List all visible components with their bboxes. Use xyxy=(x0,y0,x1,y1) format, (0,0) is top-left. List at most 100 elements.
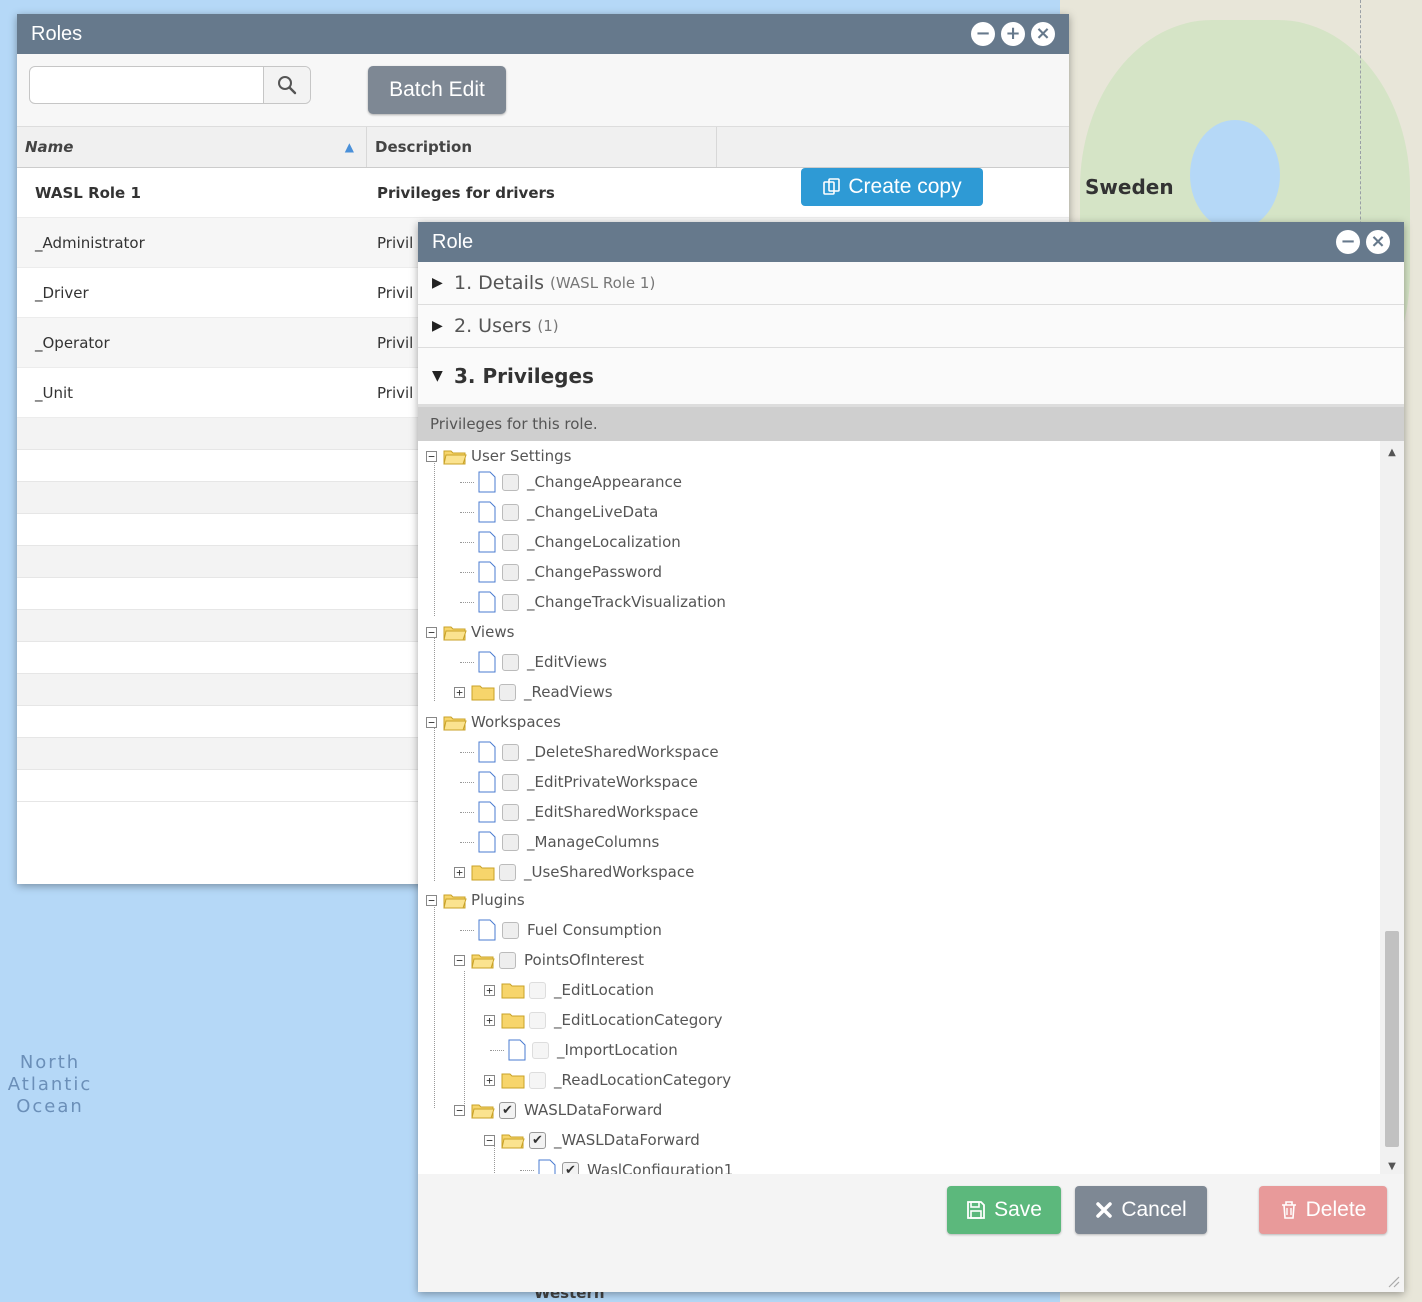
tree-node-folder[interactable]: + _ReadViews xyxy=(454,677,613,707)
tree-node-folder[interactable]: − ✔ _WASLDataForward xyxy=(484,1125,700,1155)
checkbox[interactable] xyxy=(532,1041,549,1059)
close-icon[interactable]: × xyxy=(1366,230,1390,254)
caret-right-icon: ▶ xyxy=(432,275,443,291)
resize-handle-icon[interactable] xyxy=(1386,1274,1400,1288)
window-title: Role xyxy=(432,230,474,253)
tree-node-leaf[interactable]: _EditViews xyxy=(460,647,607,677)
file-icon xyxy=(478,501,496,523)
checkbox-checked[interactable]: ✔ xyxy=(499,1101,516,1119)
scrollbar-thumb[interactable] xyxy=(1385,931,1399,1147)
batch-edit-button[interactable]: Batch Edit xyxy=(368,66,506,114)
role-window: Role − × ▶ 1. Details (WASL Role 1) ▶ 2.… xyxy=(418,222,1404,1292)
roles-window-titlebar[interactable]: Roles − + × xyxy=(17,14,1069,54)
collapse-icon[interactable]: − xyxy=(484,1134,495,1146)
section-users[interactable]: ▶ 2. Users (1) xyxy=(418,305,1404,348)
tree-node-leaf[interactable]: _ManageColumns xyxy=(460,827,659,857)
tree-node-leaf[interactable]: _EditSharedWorkspace xyxy=(460,797,698,827)
checkbox[interactable] xyxy=(502,473,519,491)
checkbox-checked[interactable]: ✔ xyxy=(529,1131,546,1149)
role-window-titlebar[interactable]: Role − × xyxy=(418,222,1404,262)
file-icon xyxy=(508,1039,526,1061)
file-icon xyxy=(478,471,496,493)
create-copy-button[interactable]: Create copy xyxy=(801,168,983,206)
expand-icon[interactable]: + xyxy=(484,1014,495,1026)
section-details[interactable]: ▶ 1. Details (WASL Role 1) xyxy=(418,262,1404,305)
checkbox[interactable] xyxy=(502,653,519,671)
tree-node-leaf[interactable]: _ImportLocation xyxy=(490,1035,678,1065)
checkbox[interactable] xyxy=(529,981,546,999)
tree-node-leaf[interactable]: Fuel Consumption xyxy=(460,915,662,945)
tree-node-folder[interactable]: − PointsOfInterest xyxy=(454,945,644,975)
tree-node-folder[interactable]: − ✔ WASLDataForward xyxy=(454,1095,662,1125)
tree-node-leaf[interactable]: _ChangeLiveData xyxy=(460,497,658,527)
checkbox[interactable] xyxy=(502,593,519,611)
collapse-icon[interactable]: − xyxy=(454,954,465,966)
checkbox[interactable] xyxy=(502,773,519,791)
delete-button[interactable]: Delete xyxy=(1259,1186,1387,1234)
minimize-icon[interactable]: − xyxy=(1336,230,1360,254)
tree-node-folder[interactable]: − Views xyxy=(426,617,514,647)
search-input[interactable] xyxy=(30,67,263,103)
collapse-icon[interactable]: − xyxy=(426,894,437,906)
column-header-name[interactable]: Name ▲ xyxy=(17,127,367,167)
collapse-icon[interactable]: − xyxy=(426,626,437,638)
tree-node-folder[interactable]: − Plugins xyxy=(426,885,525,915)
search-box xyxy=(29,66,311,104)
lake xyxy=(1190,120,1280,230)
column-header-actions xyxy=(717,127,1069,167)
tree-node-leaf[interactable]: _ChangeTrackVisualization xyxy=(460,587,726,617)
close-icon[interactable]: × xyxy=(1031,22,1055,46)
table-row[interactable]: WASL Role 1 Privileges for drivers Creat… xyxy=(17,168,1069,218)
checkbox[interactable] xyxy=(499,951,516,969)
checkbox[interactable] xyxy=(502,743,519,761)
search-button[interactable] xyxy=(263,67,310,103)
checkbox[interactable] xyxy=(502,833,519,851)
checkbox[interactable] xyxy=(502,533,519,551)
scroll-up-icon[interactable]: ▲ xyxy=(1380,441,1404,465)
expand-icon[interactable]: + xyxy=(454,686,465,698)
folder-open-icon xyxy=(443,626,467,640)
window-title: Roles xyxy=(31,22,83,45)
cancel-button[interactable]: Cancel xyxy=(1075,1186,1207,1234)
tree-scrollbar[interactable]: ▲ ▼ xyxy=(1380,441,1404,1179)
checkbox[interactable] xyxy=(502,803,519,821)
checkbox[interactable] xyxy=(502,921,519,939)
tree-node-leaf[interactable]: _ChangeLocalization xyxy=(460,527,681,557)
expand-icon[interactable]: + xyxy=(484,984,495,996)
folder-open-icon xyxy=(443,716,467,730)
checkbox[interactable] xyxy=(529,1071,546,1089)
column-header-description[interactable]: Description xyxy=(367,127,717,167)
folder-icon xyxy=(501,983,525,998)
expand-icon[interactable]: + xyxy=(484,1074,495,1086)
checkbox[interactable] xyxy=(502,503,519,521)
collapse-icon[interactable]: − xyxy=(454,1104,465,1116)
expand-icon[interactable]: + xyxy=(454,866,465,878)
section-privileges[interactable]: ▼ 3. Privileges xyxy=(418,348,1404,407)
tree-node-folder[interactable]: − Workspaces xyxy=(426,707,561,737)
save-button[interactable]: Save xyxy=(947,1186,1061,1234)
privileges-tree[interactable]: − User Settings _ChangeAppearance _Chang… xyxy=(418,441,1404,1179)
tree-node-leaf[interactable]: _DeleteSharedWorkspace xyxy=(460,737,719,767)
tree-node-folder[interactable]: + _EditLocation xyxy=(484,975,654,1005)
folder-open-icon xyxy=(443,894,467,908)
roles-toolbar: Batch Edit xyxy=(17,54,1069,126)
save-icon xyxy=(967,1201,985,1219)
checkbox[interactable] xyxy=(529,1011,546,1029)
tree-node-folder[interactable]: + _UseSharedWorkspace xyxy=(454,857,694,887)
tree-node-folder[interactable]: + _ReadLocationCategory xyxy=(484,1065,731,1095)
collapse-icon[interactable]: − xyxy=(426,716,437,728)
folder-icon xyxy=(471,685,495,700)
tree-node-leaf[interactable]: _ChangeAppearance xyxy=(460,467,682,497)
file-icon xyxy=(478,651,496,673)
privileges-note: Privileges for this role. xyxy=(418,407,1404,441)
tree-node-folder[interactable]: + _EditLocationCategory xyxy=(484,1005,723,1035)
minimize-icon[interactable]: − xyxy=(971,22,995,46)
maximize-icon[interactable]: + xyxy=(1001,22,1025,46)
checkbox[interactable] xyxy=(499,863,516,881)
checkbox[interactable] xyxy=(499,683,516,701)
tree-node-leaf[interactable]: _ChangePassword xyxy=(460,557,662,587)
checkbox[interactable] xyxy=(502,563,519,581)
collapse-icon[interactable]: − xyxy=(426,450,437,462)
role-name: WASL Role 1 xyxy=(35,183,141,202)
tree-node-leaf[interactable]: _EditPrivateWorkspace xyxy=(460,767,698,797)
